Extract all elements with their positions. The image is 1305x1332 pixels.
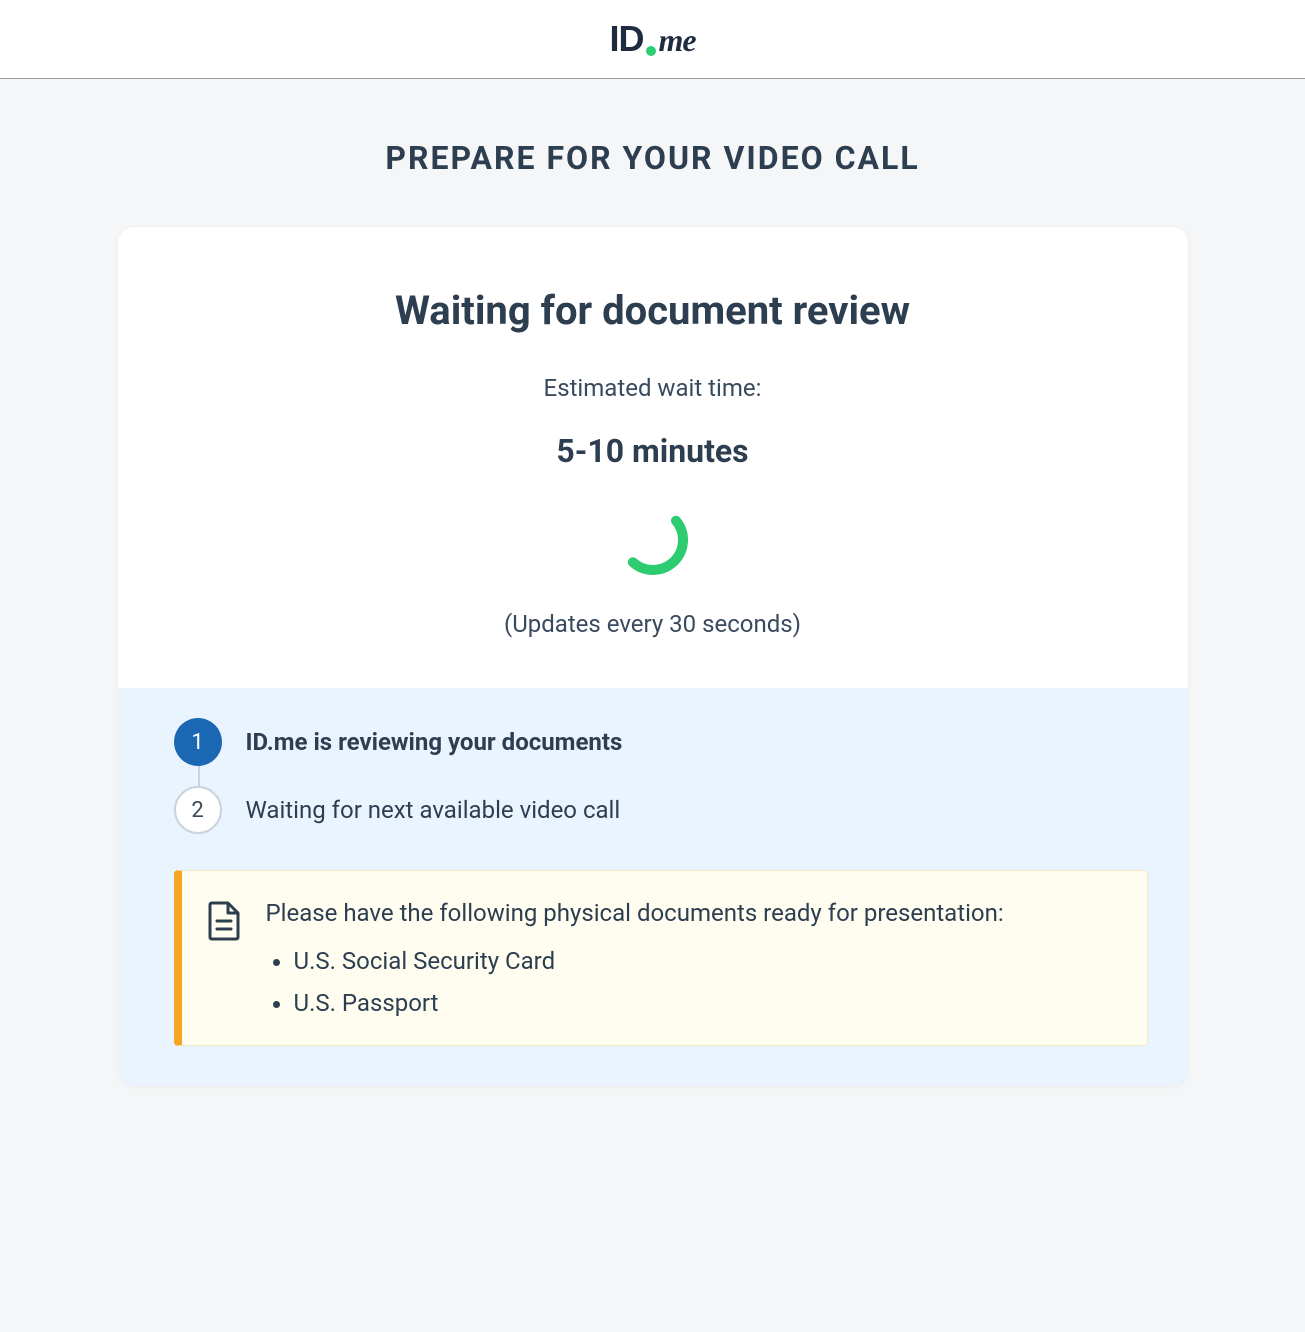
progress-steps: 1 ID.me is reviewing your documents 2 Wa… — [174, 718, 1148, 834]
document-item: U.S. Social Security Card — [294, 947, 1119, 975]
step-2-label: Waiting for next available video call — [246, 796, 621, 824]
wait-time-label: Estimated wait time: — [158, 374, 1148, 402]
step-2-number: 2 — [174, 786, 222, 834]
card-top-section: Waiting for document review Estimated wa… — [118, 227, 1188, 688]
step-2: 2 Waiting for next available video call — [174, 786, 1148, 834]
notice-body: Please have the following physical docum… — [266, 899, 1119, 1017]
step-1-number: 1 — [174, 718, 222, 766]
page-title: PREPARE FOR YOUR VIDEO CALL — [0, 139, 1305, 177]
main-card: Waiting for document review Estimated wa… — [118, 227, 1188, 1086]
logo-me-text: me — [658, 22, 695, 59]
card-bottom-section: 1 ID.me is reviewing your documents 2 Wa… — [118, 688, 1188, 1086]
document-item: U.S. Passport — [294, 989, 1119, 1017]
wait-time-value: 5-10 minutes — [158, 432, 1148, 470]
notice-text: Please have the following physical docum… — [266, 899, 1119, 927]
card-heading: Waiting for document review — [158, 287, 1148, 334]
loading-spinner-icon — [613, 500, 693, 580]
document-icon — [206, 901, 242, 945]
documents-list: U.S. Social Security Card U.S. Passport — [266, 947, 1119, 1017]
update-interval-note: (Updates every 30 seconds) — [158, 610, 1148, 638]
logo-id-text: ID — [609, 18, 643, 60]
step-1-label: ID.me is reviewing your documents — [246, 728, 623, 756]
documents-notice: Please have the following physical docum… — [174, 870, 1148, 1046]
logo-dot-icon — [646, 46, 656, 56]
idme-logo: ID me — [609, 18, 695, 60]
header: ID me — [0, 0, 1305, 79]
step-1: 1 ID.me is reviewing your documents — [174, 718, 1148, 766]
